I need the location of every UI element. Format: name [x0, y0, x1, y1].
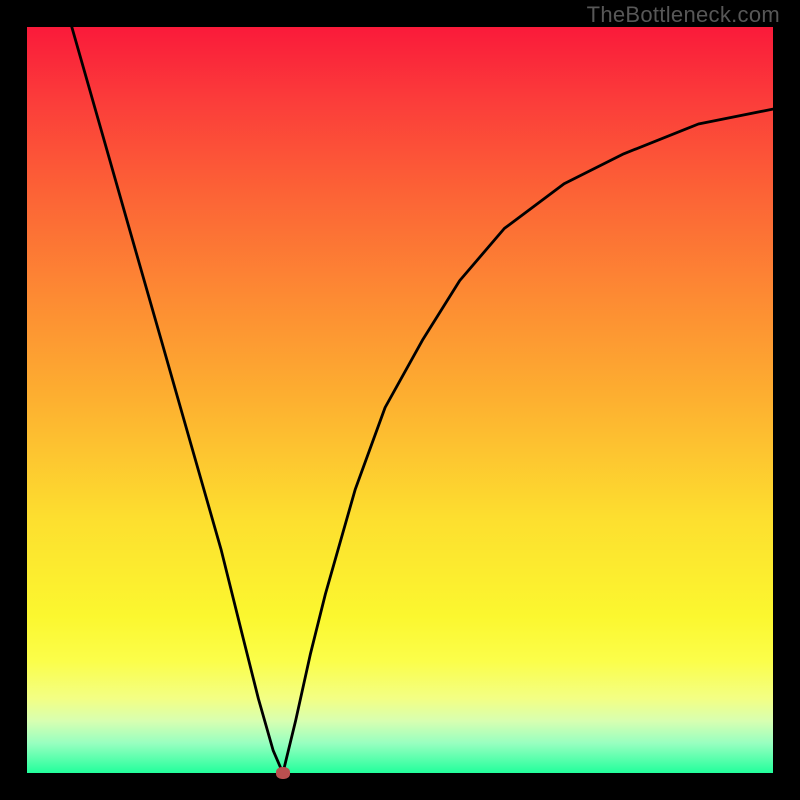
plot-area	[27, 27, 773, 773]
watermark-text: TheBottleneck.com	[587, 2, 780, 28]
bottleneck-curve	[27, 27, 773, 773]
optimum-marker	[276, 767, 290, 779]
chart-frame: TheBottleneck.com	[0, 0, 800, 800]
